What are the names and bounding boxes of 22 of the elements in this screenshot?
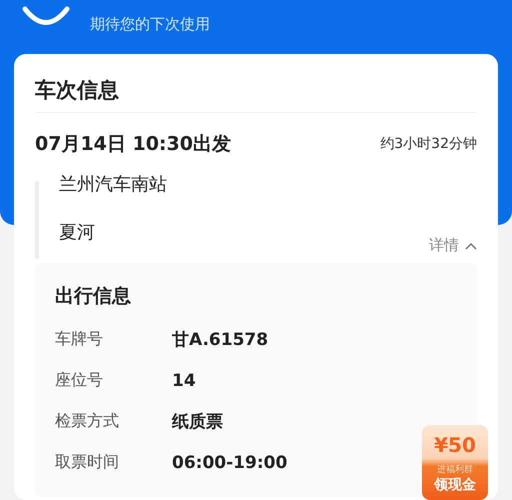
smile-icon	[22, 6, 70, 28]
coupon-badge[interactable]: ¥50 进福利群 领现金	[422, 425, 488, 500]
subtitle: 期待您的下次使用	[90, 14, 210, 34]
card-title: 车次信息	[35, 77, 120, 104]
field-label: 检票方式	[55, 411, 120, 432]
field-value: 纸质票	[172, 411, 223, 433]
coupon-action: 领现金	[434, 476, 476, 494]
departure-time: 07月14日 10:30出发	[35, 132, 231, 157]
caret-icon	[465, 242, 477, 250]
field-value: 06:00-19:00	[172, 452, 288, 472]
field-value: 14	[172, 370, 196, 390]
field-label: 车牌号	[55, 329, 104, 350]
station-name: 夏河	[59, 221, 96, 245]
details-toggle[interactable]: 详情	[429, 236, 477, 255]
coupon-amount: ¥50	[434, 433, 476, 457]
coupon-caption: 进福利群	[437, 464, 473, 476]
trip-duration: 约3小时32分钟	[380, 135, 477, 153]
section-title: 出行信息	[55, 284, 132, 309]
field-label: 取票时间	[55, 452, 120, 473]
field-label: 座位号	[55, 370, 104, 391]
station-name: 兰州汽车南站	[59, 173, 168, 197]
field-value: 甘A.61578	[172, 329, 268, 351]
